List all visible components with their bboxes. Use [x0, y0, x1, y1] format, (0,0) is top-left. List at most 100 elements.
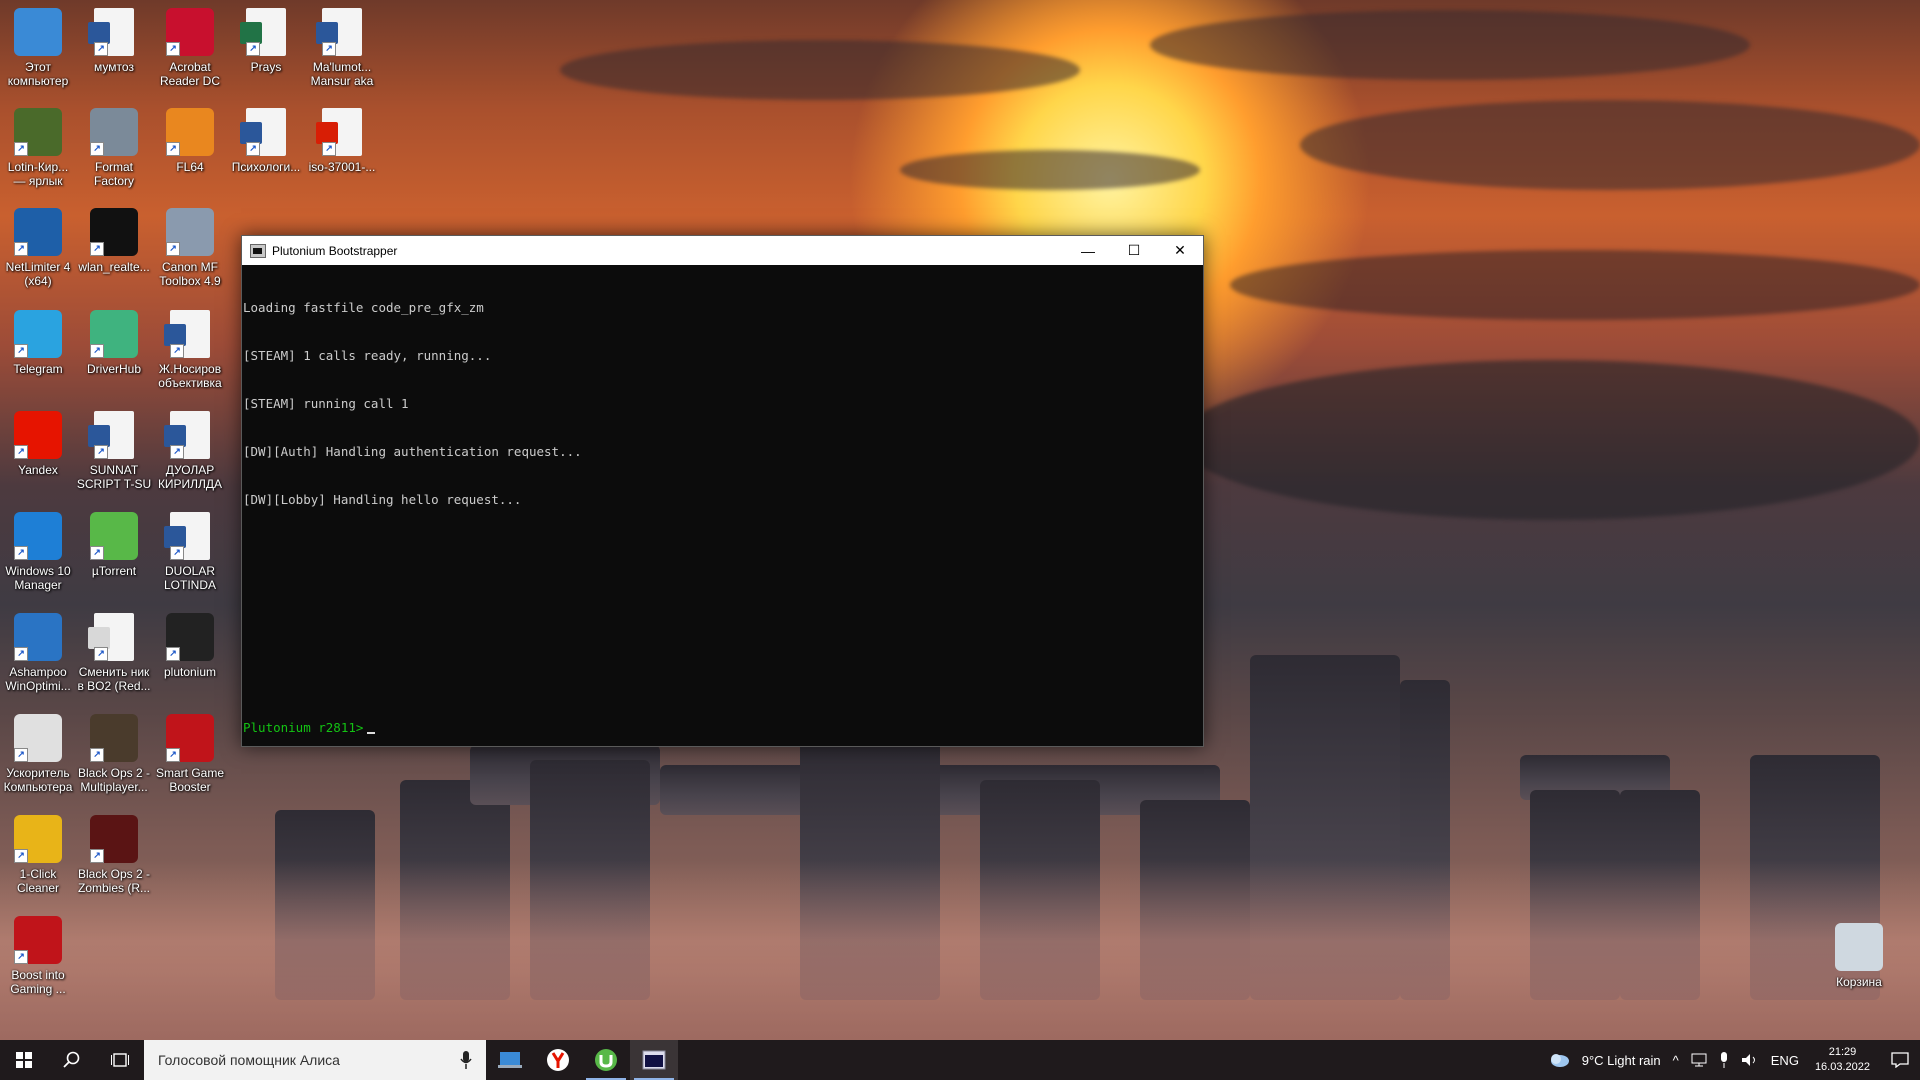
desktop-icon[interactable]: ↗ Acrobat Reader DC	[152, 8, 228, 88]
desktop-icon[interactable]: ↗ µTorrent	[76, 512, 152, 578]
file-icon: ↗	[88, 613, 134, 661]
desktop-icon[interactable]: ↗ Сменить ник в BO2 (Red...	[76, 613, 152, 693]
desktop-icon[interactable]: ↗ DriverHub	[76, 310, 152, 376]
text-cursor	[367, 732, 376, 734]
shortcut-arrow-icon: ↗	[90, 142, 104, 156]
console-line: Loading fastfile code_pre_gfx_zm	[243, 300, 484, 315]
window-title: Plutonium Bootstrapper	[272, 243, 398, 258]
excel-document-icon: ↗	[240, 8, 286, 56]
document-badge	[88, 425, 110, 447]
command-prompt[interactable]: Plutonium r2811>	[243, 720, 376, 736]
desktop-icon[interactable]: ↗ Telegram	[0, 310, 76, 376]
document-badge	[164, 324, 186, 346]
format-factory-icon: ↗	[90, 108, 138, 156]
plutonium-bootstrapper-window[interactable]: Plutonium Bootstrapper — ☐ ✕ Loading fas…	[241, 235, 1204, 747]
shortcut-arrow-icon: ↗	[322, 142, 336, 156]
shortcut-arrow-icon: ↗	[166, 42, 180, 56]
desktop-icon[interactable]: ↗ ДУОЛАР КИРИЛЛДА	[152, 411, 228, 491]
black-ops-icon: ↗	[90, 815, 138, 863]
desktop-icon-label: Format Factory	[93, 160, 134, 188]
word-document-icon: ↗	[164, 512, 210, 560]
desktop-icon[interactable]: ↗ Prays	[228, 8, 304, 74]
shortcut-arrow-icon: ↗	[94, 647, 108, 661]
desktop-icon[interactable]: Этот компьютер	[0, 8, 76, 88]
desktop-icon[interactable]: ↗ Ma'lumot... Mansur aka	[304, 8, 380, 88]
fl-studio-icon: ↗	[166, 108, 214, 156]
desktop-icon[interactable]: Корзина	[1821, 923, 1897, 989]
document-badge	[88, 22, 110, 44]
desktop-icon[interactable]: ↗ мумтоз	[76, 8, 152, 74]
desktop-icon[interactable]: ↗ Black Ops 2 - Multiplayer...	[76, 714, 152, 794]
desktop-icon[interactable]: ↗ FL64	[152, 108, 228, 174]
black-ops-icon: ↗	[90, 714, 138, 762]
desktop-icon[interactable]: ↗ Black Ops 2 - Zombies (R...	[76, 815, 152, 895]
shortcut-arrow-icon: ↗	[14, 142, 28, 156]
desktop-icon[interactable]: ↗ Canon MF Toolbox 4.9	[152, 208, 228, 288]
language-indicator[interactable]: ENG	[1771, 1053, 1799, 1068]
desktop-icon[interactable]: ↗ Format Factory	[76, 108, 152, 188]
desktop-icon[interactable]: ↗ SUNNAT SCRIPT T-SU	[76, 411, 152, 491]
minimize-button[interactable]: —	[1065, 236, 1111, 265]
desktop-icon[interactable]: ↗ Ashampoo WinOptimi...	[0, 613, 76, 693]
desktop-icon[interactable]: ↗ Ускоритель Компьютера	[0, 714, 76, 794]
desktop-icon-label: Windows 10 Manager	[5, 564, 71, 592]
taskbar-desktop-app[interactable]	[486, 1040, 534, 1080]
word-document-icon: ↗	[316, 8, 362, 56]
desktop-icon[interactable]: ↗ Lotin-Кир... — ярлык	[0, 108, 76, 188]
shortcut-arrow-icon: ↗	[166, 647, 180, 661]
console-app-icon	[250, 243, 266, 258]
desktop-icon[interactable]: ↗ Психологи...	[228, 108, 304, 174]
desktop-icon-label: Telegram	[13, 362, 63, 376]
alice-search-box[interactable]: Голосовой помощник Алиса	[144, 1040, 486, 1080]
desktop-icon[interactable]: ↗ iso-37001-...	[304, 108, 380, 174]
task-view-button[interactable]	[96, 1040, 144, 1080]
shortcut-arrow-icon: ↗	[166, 242, 180, 256]
word-document-icon: ↗	[88, 8, 134, 56]
desktop-icon[interactable]: ↗ plutonium	[152, 613, 228, 679]
taskbar-utorrent[interactable]	[582, 1040, 630, 1080]
desktop-icon-label: wlan_realte...	[78, 260, 150, 274]
console-output[interactable]: Loading fastfile code_pre_gfx_zm [STEAM]…	[242, 265, 1203, 738]
shortcut-arrow-icon: ↗	[14, 242, 28, 256]
yandex-browser-icon: ↗	[14, 411, 62, 459]
game-booster-icon: ↗	[166, 714, 214, 762]
shortcut-arrow-icon: ↗	[170, 445, 184, 459]
desktop-icon[interactable]: ↗ DUOLAR LOTINDA	[152, 512, 228, 592]
notification-center-button[interactable]	[1880, 1040, 1920, 1080]
7zip-archive-icon: ↗	[90, 208, 138, 256]
word-document-icon: ↗	[164, 310, 210, 358]
desktop-icon[interactable]: ↗ NetLimiter 4 (x64)	[0, 208, 76, 288]
maximize-button[interactable]: ☐	[1111, 236, 1157, 265]
clock[interactable]: 21:29 16.03.2022	[1815, 1045, 1870, 1075]
desktop-icon[interactable]: ↗ 1-Click Cleaner	[0, 815, 76, 895]
taskbar-plutonium-console[interactable]	[630, 1040, 678, 1080]
start-button[interactable]	[0, 1040, 48, 1080]
search-icon	[63, 1051, 80, 1068]
desktop-icon-label: NetLimiter 4 (x64)	[5, 260, 71, 288]
desktop-icon[interactable]: ↗ Boost into Gaming ...	[0, 916, 76, 996]
desktop-icon-label: Корзина	[1836, 975, 1882, 989]
taskbar: Голосовой помощник Алиса 9°C Light rain …	[0, 1040, 1920, 1080]
console-line: [STEAM] 1 calls ready, running...	[243, 348, 492, 363]
pinned-app-icon	[498, 1052, 522, 1068]
telegram-icon: ↗	[14, 310, 62, 358]
network-icon	[1691, 1053, 1707, 1067]
desktop-icon[interactable]: ↗ wlan_realte...	[76, 208, 152, 274]
window-titlebar[interactable]: Plutonium Bootstrapper — ☐ ✕	[242, 236, 1203, 265]
search-button[interactable]	[48, 1040, 96, 1080]
weather-text[interactable]: 9°C Light rain	[1582, 1053, 1661, 1068]
show-hidden-icons[interactable]: ^	[1673, 1053, 1679, 1068]
desktop-icon[interactable]: ↗ Yandex	[0, 411, 76, 477]
taskbar-yandex[interactable]	[534, 1040, 582, 1080]
clock-date: 16.03.2022	[1814, 1061, 1870, 1073]
word-document-icon: ↗	[88, 411, 134, 459]
close-button[interactable]: ✕	[1157, 236, 1203, 265]
desktop-icon[interactable]: ↗ Windows 10 Manager	[0, 512, 76, 592]
broom-icon: ↗	[14, 815, 62, 863]
desktop-icon-label: Этот компьютер	[7, 60, 69, 88]
console-line: [DW][Lobby] Handling hello request...	[243, 492, 522, 507]
pdf-document-icon: ↗	[316, 108, 362, 156]
desktop-icon[interactable]: ↗ Ж.Носиров объективка	[152, 310, 228, 390]
windows-logo-icon	[16, 1052, 32, 1068]
desktop-icon[interactable]: ↗ Smart Game Booster	[152, 714, 228, 794]
